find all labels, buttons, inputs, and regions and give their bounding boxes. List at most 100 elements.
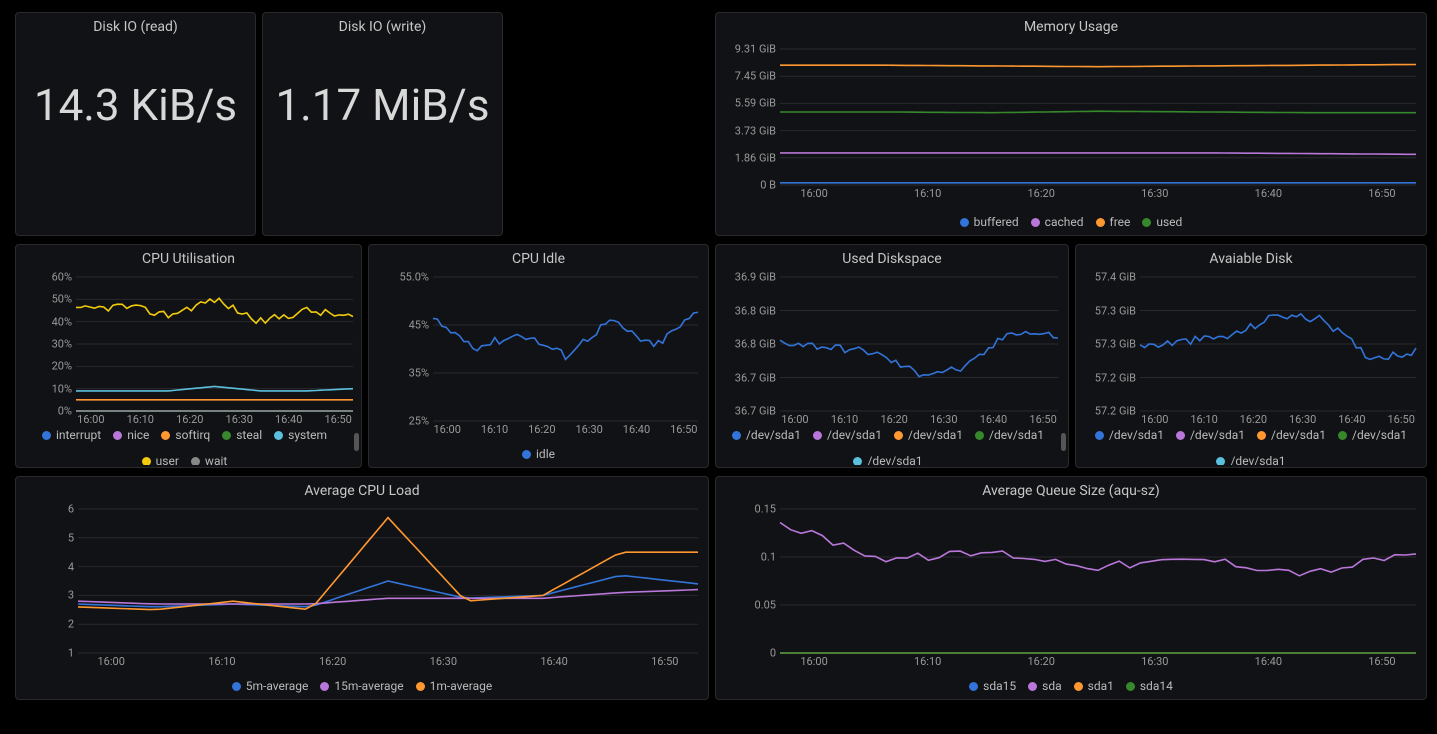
legend-item[interactable]: /dev/sda1 (813, 428, 882, 442)
legend-label: free (1110, 215, 1131, 229)
y-tick-label: 3 (68, 589, 74, 602)
legend-item[interactable]: /dev/sda1 (1338, 428, 1407, 442)
legend-item[interactable]: /dev/sda1 (1216, 454, 1285, 465)
legend-label: /dev/sda1 (1109, 428, 1164, 442)
legend[interactable]: /dev/sda1/dev/sda1/dev/sda1/dev/sda1/dev… (716, 425, 1060, 465)
y-tick-label: 1.86 GiB (735, 151, 776, 164)
x-axis: 16:0016:1016:2016:3016:4016:50 (780, 653, 1416, 671)
y-tick-label: 45% (409, 319, 429, 332)
y-tick-label: 1 (68, 647, 74, 660)
x-axis: 16:0016:1016:2016:3016:4016:50 (780, 185, 1416, 203)
scrollbar-thumb[interactable] (1061, 433, 1066, 451)
x-tick-label: 16:00 (433, 423, 460, 436)
legend-item[interactable]: cached (1031, 215, 1084, 229)
legend-item[interactable]: nice (113, 428, 149, 442)
legend-dot-icon (1028, 682, 1037, 691)
y-tick-label: 36.9 GiB (735, 271, 776, 284)
legend-dot-icon (1126, 682, 1135, 691)
y-axis: 57.2 GiB57.2 GiB57.3 GiB57.3 GiB57.4 GiB (1082, 277, 1140, 411)
legend-label: 1m-average (430, 679, 493, 693)
panel-title: CPU Utilisation (16, 245, 361, 271)
legend-dot-icon (969, 682, 978, 691)
legend-item[interactable]: 15m-average (320, 679, 403, 693)
legend-item[interactable]: buffered (960, 215, 1019, 229)
x-tick-label: 16:00 (800, 655, 827, 668)
legend-dot-icon (274, 431, 283, 440)
legend-item[interactable]: /dev/sda1 (975, 428, 1044, 442)
legend-label: /dev/sda1 (1190, 428, 1245, 442)
legend-dot-icon (320, 682, 329, 691)
x-tick-label: 16:00 (800, 187, 827, 200)
chart-area[interactable]: 12345616:0016:1016:2016:3016:4016:50 (20, 505, 702, 671)
legend-item[interactable]: system (274, 428, 327, 442)
legend-dot-icon (960, 218, 969, 227)
y-tick-label: 9.31 GiB (735, 43, 776, 56)
legend-item[interactable]: sda1 (1074, 679, 1114, 693)
panel-disk-io-read[interactable]: Disk IO (read) 14.3 KiB/s (15, 12, 256, 236)
x-tick-label: 16:10 (914, 655, 941, 668)
legend-label: softirq (175, 428, 210, 442)
legend-item[interactable]: sda15 (969, 679, 1016, 693)
legend-label: sda15 (983, 679, 1016, 693)
legend-label: interrupt (56, 428, 101, 442)
x-tick-label: 16:10 (481, 423, 508, 436)
legend-item[interactable]: interrupt (42, 428, 101, 442)
scrollbar-thumb[interactable] (354, 433, 359, 451)
legend-item[interactable]: /dev/sda1 (853, 454, 922, 465)
legend-item[interactable]: /dev/sda1 (894, 428, 963, 442)
panel-cpu-idle[interactable]: CPU Idle 25%35%45%55.0%16:0016:1016:2016… (368, 244, 709, 468)
y-tick-label: 20% (52, 360, 72, 373)
legend-item[interactable]: 1m-average (416, 679, 493, 693)
legend[interactable]: sda15 sda sda1 sda14 (716, 676, 1426, 696)
legend-item[interactable]: /dev/sda1 (1095, 428, 1164, 442)
legend-item[interactable]: sda14 (1126, 679, 1173, 693)
legend-item[interactable]: sda (1028, 679, 1062, 693)
legend-item[interactable]: steal (222, 428, 262, 442)
panel-disk-io-write[interactable]: Disk IO (write) 1.17 MiB/s (262, 12, 503, 236)
legend-label: wait (205, 454, 227, 465)
panel-queue-size[interactable]: Average Queue Size (aqu-sz) 00.050.10.15… (715, 476, 1427, 700)
legend-item[interactable]: /dev/sda1 (1257, 428, 1326, 442)
y-axis: 25%35%45%55.0% (375, 277, 433, 421)
legend-label: sda (1042, 679, 1062, 693)
x-tick-label: 16:50 (651, 655, 678, 668)
panel-cpu-load[interactable]: Average CPU Load 12345616:0016:1016:2016… (15, 476, 709, 700)
chart-area[interactable]: 0%10%20%30%40%50%60%16:0016:1016:2016:30… (18, 273, 357, 429)
legend-dot-icon (142, 457, 151, 466)
legend-item[interactable]: wait (191, 454, 227, 465)
legend[interactable]: buffered cached free used (716, 212, 1426, 232)
chart-area[interactable]: 00.050.10.1516:0016:1016:2016:3016:4016:… (722, 505, 1420, 671)
legend-item[interactable]: free (1096, 215, 1131, 229)
legend[interactable]: idle (369, 444, 708, 464)
chart-area[interactable]: 25%35%45%55.0%16:0016:1016:2016:3016:401… (375, 273, 702, 439)
panel-available-disk[interactable]: Avaiable Disk 57.2 GiB57.2 GiB57.3 GiB57… (1075, 244, 1427, 468)
legend[interactable]: 5m-average 15m-average 1m-average (16, 676, 708, 696)
y-tick-label: 0 (770, 647, 776, 660)
legend-item[interactable]: /dev/sda1 (1176, 428, 1245, 442)
legend-label: /dev/sda1 (1271, 428, 1326, 442)
panel-used-diskspace[interactable]: Used Diskspace 36.7 GiB36.7 GiB36.8 GiB3… (715, 244, 1069, 468)
legend-label: /dev/sda1 (1352, 428, 1407, 442)
legend-dot-icon (222, 431, 231, 440)
y-tick-label: 57.2 GiB (1095, 405, 1136, 418)
legend-item[interactable]: 5m-average (232, 679, 309, 693)
panel-memory-usage[interactable]: Memory Usage 0 B1.86 GiB3.73 GiB5.59 GiB… (715, 12, 1427, 236)
panel-cpu-utilisation[interactable]: CPU Utilisation 0%10%20%30%40%50%60%16:0… (15, 244, 362, 468)
legend-dot-icon (42, 431, 51, 440)
chart-area[interactable]: 57.2 GiB57.2 GiB57.3 GiB57.3 GiB57.4 GiB… (1082, 273, 1420, 429)
x-tick-label: 16:20 (319, 655, 346, 668)
x-tick-label: 16:50 (1368, 187, 1395, 200)
legend-item[interactable]: /dev/sda1 (732, 428, 801, 442)
legend[interactable]: /dev/sda1/dev/sda1/dev/sda1/dev/sda1/dev… (1076, 425, 1426, 465)
legend[interactable]: interrupt nice softirq steal system user wait (16, 425, 353, 465)
chart-area[interactable]: 0 B1.86 GiB3.73 GiB5.59 GiB7.45 GiB9.31 … (722, 45, 1420, 203)
legend-item[interactable]: used (1142, 215, 1182, 229)
legend-item[interactable]: softirq (161, 428, 210, 442)
legend-dot-icon (191, 457, 200, 466)
legend-item[interactable]: user (142, 454, 179, 465)
y-tick-label: 36.8 GiB (735, 304, 776, 317)
chart-area[interactable]: 36.7 GiB36.7 GiB36.8 GiB36.8 GiB36.9 GiB… (722, 273, 1062, 429)
legend-dot-icon (1176, 431, 1185, 440)
legend-dot-icon (113, 431, 122, 440)
legend-item[interactable]: idle (522, 447, 555, 461)
